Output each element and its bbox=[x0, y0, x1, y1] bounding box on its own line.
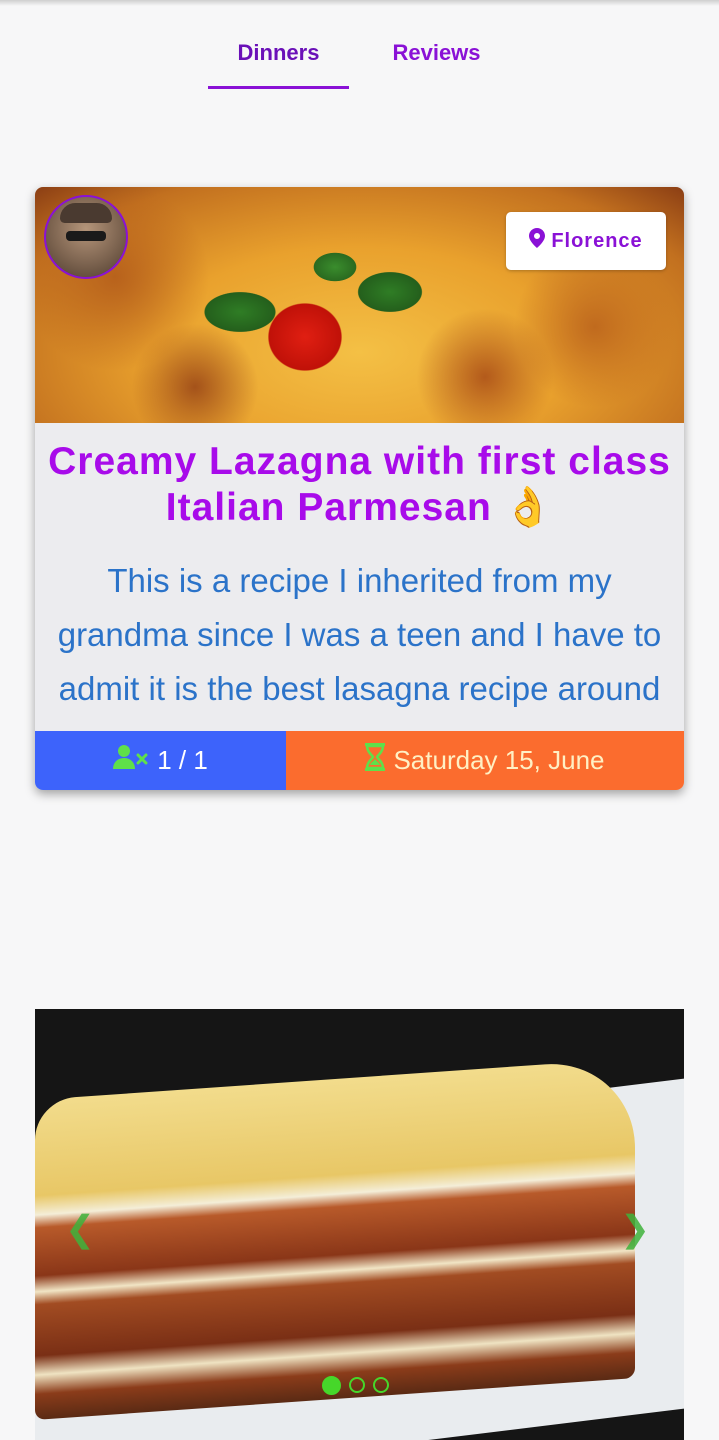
dinner-card[interactable]: Florence Creamy Lazagna with first class… bbox=[35, 187, 684, 790]
location-label: Florence bbox=[551, 229, 643, 252]
map-pin-icon bbox=[529, 228, 546, 254]
card-footer: 1 / 1 Saturday 15, June bbox=[35, 731, 684, 790]
carousel-image bbox=[35, 1058, 635, 1420]
carousel-dot[interactable] bbox=[322, 1376, 341, 1395]
description-line: grandma since I was a teen and I have to bbox=[57, 616, 662, 653]
photo-carousel[interactable]: ❮ ❯ bbox=[35, 1009, 684, 1440]
guests-indicator: 1 / 1 bbox=[35, 731, 286, 790]
avatar-glasses bbox=[66, 231, 106, 241]
chevron-left-icon[interactable]: ❮ bbox=[65, 1209, 95, 1249]
dinner-description: This is a recipe I inherited from my gra… bbox=[43, 554, 676, 716]
top-shadow bbox=[0, 0, 719, 6]
dinner-title: Creamy Lazagna with first class Italian … bbox=[48, 440, 671, 529]
date-indicator: Saturday 15, June bbox=[286, 731, 684, 790]
tab-dinners[interactable]: Dinners bbox=[208, 38, 349, 89]
carousel-dot[interactable] bbox=[349, 1377, 365, 1393]
chevron-right-icon[interactable]: ❯ bbox=[620, 1209, 650, 1249]
dinner-date: Saturday 15, June bbox=[393, 745, 605, 775]
description-line: admit it is the best lasagna recipe arou… bbox=[58, 670, 661, 707]
guests-count: 1 / 1 bbox=[157, 745, 208, 775]
tab-reviews[interactable]: Reviews bbox=[366, 38, 507, 86]
location-badge[interactable]: Florence bbox=[506, 212, 666, 270]
carousel-dots bbox=[322, 1376, 389, 1395]
host-avatar[interactable] bbox=[44, 195, 128, 279]
tab-bar: Dinners Reviews bbox=[0, 28, 719, 92]
hourglass-icon bbox=[365, 743, 386, 778]
carousel-dot[interactable] bbox=[373, 1377, 389, 1393]
avatar-hat bbox=[60, 203, 112, 223]
user-times-icon bbox=[113, 744, 149, 777]
description-line: This is a recipe I inherited from my bbox=[107, 562, 612, 599]
